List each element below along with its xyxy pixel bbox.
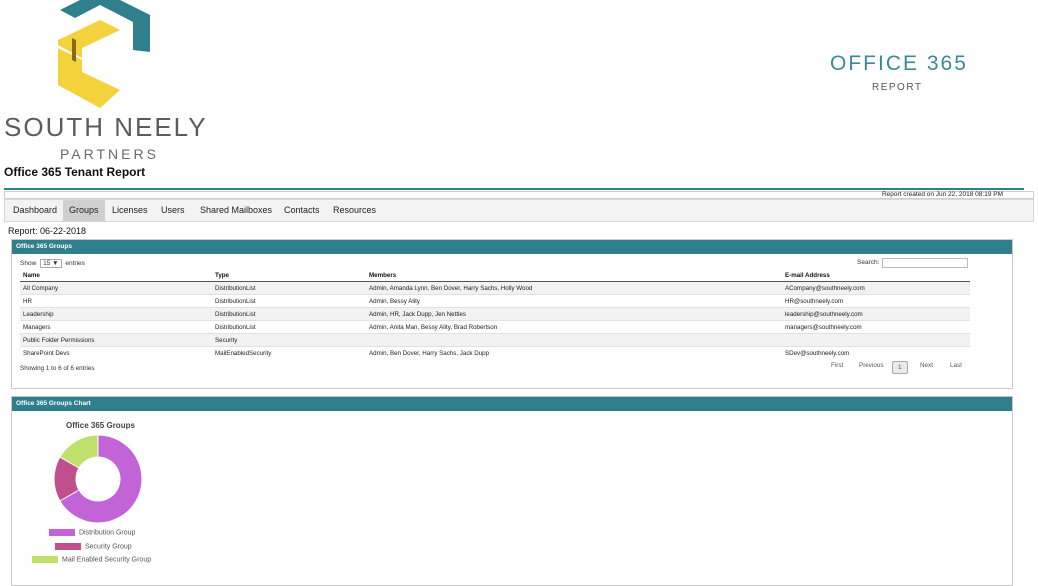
legend-item-security[interactable]: Security Group — [55, 543, 132, 550]
brand-name: SOUTH NEELY — [4, 112, 208, 142]
table-row: Leadership DistributionList Admin, HR, J… — [20, 307, 970, 321]
chart-panel-title: Office 365 Groups Chart — [12, 397, 1012, 411]
tab-users[interactable]: Users — [155, 200, 191, 221]
showing-entries-info: Showing 1 to 6 of 6 entries — [20, 365, 95, 372]
cell-email: ACompany@southneely.com — [782, 281, 970, 295]
cell-name: Managers — [20, 320, 212, 334]
tab-contacts[interactable]: Contacts — [278, 200, 326, 221]
pager-first[interactable]: First — [831, 362, 843, 369]
legend-label: Mail Enabled Security Group — [62, 556, 152, 564]
entries-select-value: 15 — [43, 260, 51, 267]
groups-donut-chart — [53, 434, 143, 524]
table-row: Public Folder Permissions Security — [20, 333, 970, 347]
cell-email: managers@southneely.com — [782, 320, 970, 334]
cell-members: Admin, Bessy Ality — [366, 294, 782, 308]
pager-last[interactable]: Last — [950, 362, 962, 369]
legend-swatch — [32, 556, 58, 563]
cell-name: Leadership — [20, 307, 212, 321]
cell-name: Public Folder Permissions — [20, 333, 212, 347]
cell-members: Admin, Anita Man, Bessy Ality, Brad Robe… — [366, 320, 782, 334]
report-title: Office 365 Tenant Report — [4, 165, 146, 179]
show-label: Show — [20, 260, 37, 267]
table-row: HR DistributionList Admin, Bessy Ality H… — [20, 294, 970, 308]
header-divider — [4, 188, 1024, 190]
groups-panel: Office 365 Groups Show 15 ▼ entries Sear… — [11, 239, 1013, 389]
cell-members: Admin, Ben Dover, Harry Sachs, Jack Dupp — [366, 346, 782, 359]
cell-type: DistributionList — [212, 281, 366, 295]
legend-item-mail-enabled[interactable]: Mail Enabled Security Group — [32, 556, 151, 563]
groups-panel-title: Office 365 Groups — [12, 240, 1012, 254]
legend-label: Security Group — [85, 543, 132, 551]
table-header-row: Name Type Members E-mail Address — [20, 270, 970, 282]
groups-table: Name Type Members E-mail Address All Com… — [20, 270, 970, 359]
product-title: OFFICE 365 — [830, 52, 968, 75]
cell-email: SDev@southneely.com — [782, 346, 970, 359]
tab-groups[interactable]: Groups — [63, 200, 105, 221]
pager-page-1[interactable]: 1 — [892, 361, 908, 374]
pager-previous[interactable]: Previous — [859, 362, 884, 369]
brand-sub: PARTNERS — [60, 146, 159, 162]
column-header-email[interactable]: E-mail Address — [782, 270, 970, 282]
tab-bar: Dashboard Groups Licenses Users Shared M… — [4, 199, 1034, 222]
search-input[interactable] — [882, 258, 968, 268]
cell-members: Admin, HR, Jack Dupp, Jen Nettles — [366, 307, 782, 321]
cell-type: DistributionList — [212, 320, 366, 334]
legend-swatch — [49, 529, 75, 536]
report-date: Report: 06-22-2018 — [8, 226, 87, 236]
tab-dashboard[interactable]: Dashboard — [7, 200, 63, 221]
created-timestamp: Report created on Jun 22, 2018 08:19 PM — [881, 191, 1003, 198]
cell-email: HR@southneely.com — [782, 294, 970, 308]
cell-type: Security — [212, 333, 366, 347]
tab-resources[interactable]: Resources — [327, 200, 382, 221]
cell-type: DistributionList — [212, 294, 366, 308]
product-subtitle: REPORT — [872, 82, 923, 93]
entries-label: entries — [65, 260, 85, 267]
entries-select[interactable]: 15 ▼ — [40, 259, 62, 268]
column-header-type[interactable]: Type — [212, 270, 366, 282]
tab-licenses[interactable]: Licenses — [106, 200, 154, 221]
legend-item-distribution[interactable]: Distribution Group — [49, 529, 135, 536]
chevron-down-icon: ▼ — [52, 260, 59, 267]
pager-next[interactable]: Next — [920, 362, 933, 369]
table-row: All Company DistributionList Admin, Aman… — [20, 281, 970, 295]
tab-shared-mailboxes[interactable]: Shared Mailboxes — [194, 200, 278, 221]
cell-name: HR — [20, 294, 212, 308]
table-row: SharePoint Devs MailEnabledSecurity Admi… — [20, 346, 970, 359]
show-entries: Show 15 ▼ entries — [20, 259, 85, 268]
cell-members — [366, 333, 782, 347]
cell-members: Admin, Amanda Lynn, Ben Dover, Harry Sac… — [366, 281, 782, 295]
cell-type: MailEnabledSecurity — [212, 346, 366, 359]
cell-email — [782, 333, 970, 347]
column-header-members[interactable]: Members — [366, 270, 782, 282]
search-label: Search: — [857, 259, 880, 266]
table-row: Managers DistributionList Admin, Anita M… — [20, 320, 970, 334]
cell-type: DistributionList — [212, 307, 366, 321]
cell-email: leadership@southneely.com — [782, 307, 970, 321]
chart-panel: Office 365 Groups Chart Office 365 Group… — [11, 396, 1013, 586]
legend-label: Distribution Group — [79, 529, 136, 537]
column-header-name[interactable]: Name — [20, 270, 212, 282]
chart-title: Office 365 Groups — [66, 421, 135, 430]
cell-name: All Company — [20, 281, 212, 295]
legend-swatch — [55, 543, 81, 550]
cell-name: SharePoint Devs — [20, 346, 212, 359]
created-bar: Report created on Jun 22, 2018 08:19 PM — [4, 191, 1034, 199]
